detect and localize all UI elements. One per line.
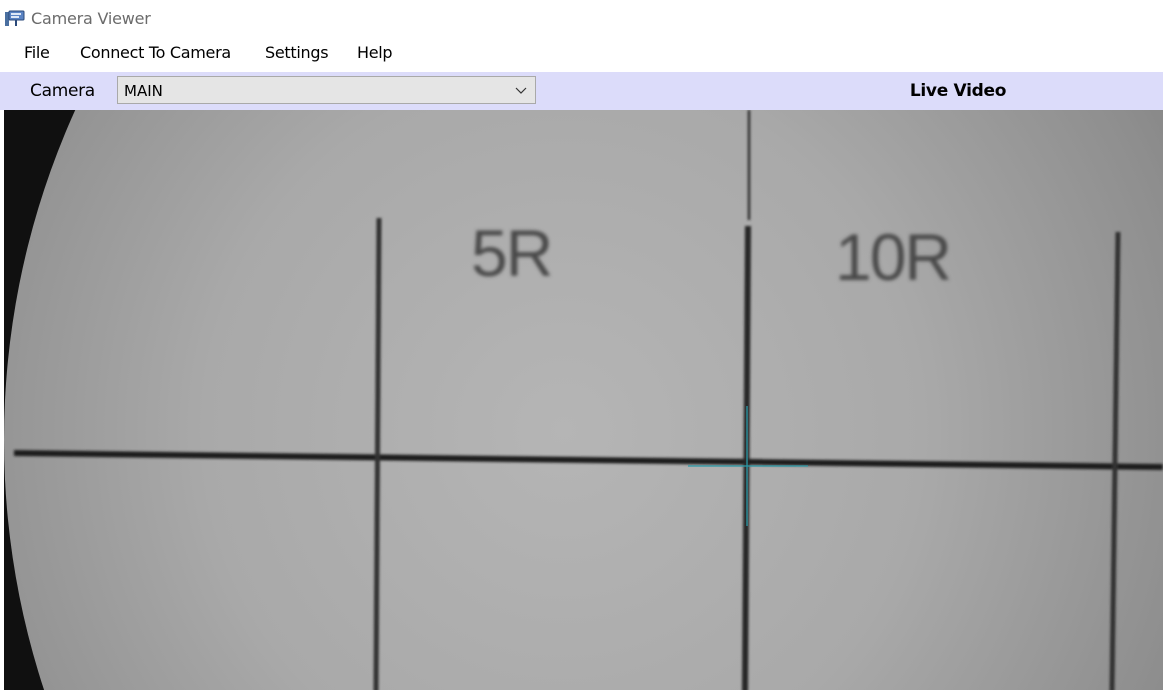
camera-toolbar: Camera MAIN Live Video — [0, 72, 1163, 110]
title-bar: Camera Viewer — [0, 0, 1163, 36]
menu-file[interactable]: File — [24, 43, 50, 62]
live-video-feed[interactable]: 5R 10R — [4, 110, 1163, 692]
reticle-label-10r: 10R — [835, 220, 950, 294]
menu-connect-to-camera[interactable]: Connect To Camera — [80, 43, 231, 62]
live-video-label: Live Video — [909, 81, 1007, 101]
camera-select[interactable]: MAIN — [117, 76, 536, 104]
video-frame: 5R 10R — [4, 110, 1163, 692]
camera-app-icon — [5, 10, 25, 26]
reticle-label-5r: 5R — [471, 216, 551, 290]
camera-viewer-window: Camera Viewer File Connect To Camera Set… — [0, 0, 1163, 696]
camera-label: Camera — [30, 81, 95, 101]
camera-select-value: MAIN — [124, 82, 163, 100]
menu-bar: File Connect To Camera Settings Help — [0, 36, 1163, 70]
window-title: Camera Viewer — [31, 9, 151, 28]
chevron-down-icon — [515, 87, 527, 94]
menu-help[interactable]: Help — [357, 43, 393, 62]
menu-settings[interactable]: Settings — [265, 43, 329, 62]
aperture-field — [4, 110, 1163, 692]
status-strip — [0, 690, 1163, 696]
